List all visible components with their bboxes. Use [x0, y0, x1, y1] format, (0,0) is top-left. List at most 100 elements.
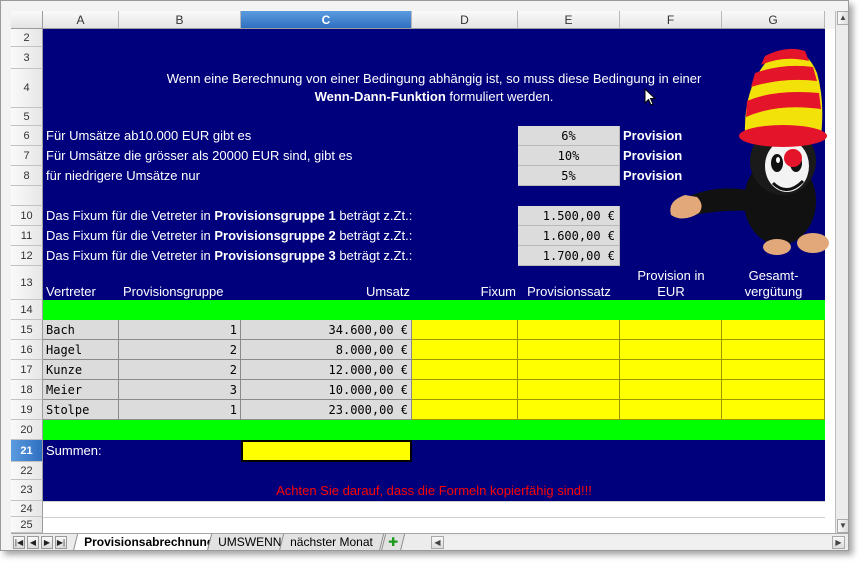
umsatz-cell[interactable]: 12.000,00 € [241, 360, 412, 380]
header-gesamt-2: vergütung [744, 284, 803, 299]
provision-eur-cell[interactable] [620, 340, 722, 360]
column-header-g[interactable]: G [722, 11, 825, 29]
fixum-cell[interactable] [412, 360, 518, 380]
fixum-cell[interactable] [412, 340, 518, 360]
row-header-24[interactable]: 24 [11, 501, 43, 517]
vertreter-cell[interactable]: Stolpe [43, 400, 119, 420]
tab-naechster-monat[interactable]: nächster Monat [278, 534, 384, 550]
provisionssatz-cell[interactable] [518, 340, 620, 360]
row-header-8[interactable]: 8 [11, 166, 43, 186]
row-header-18[interactable]: 18 [11, 380, 43, 400]
column-header-f[interactable]: F [620, 11, 722, 29]
row-header-12[interactable]: 12 [11, 246, 43, 266]
header-provisionsgruppe: Provisionsgruppe [123, 284, 224, 299]
fixum-amount-3[interactable]: 1.700,00 € [518, 246, 620, 266]
row-header-22[interactable]: 22 [11, 462, 43, 480]
row-header-2[interactable]: 2 [11, 29, 43, 47]
row-header-23[interactable]: 23 [11, 480, 43, 501]
green-band-top [43, 300, 825, 320]
provisionssatz-cell[interactable] [518, 380, 620, 400]
row-header-25[interactable]: 25 [11, 517, 43, 533]
row-header-16[interactable]: 16 [11, 340, 43, 360]
gesamt-cell[interactable] [722, 360, 825, 380]
column-header-c[interactable]: C [241, 11, 412, 29]
scroll-up-icon[interactable]: ▲ [837, 11, 848, 25]
provisionssatz-cell[interactable] [518, 360, 620, 380]
vertreter-cell[interactable]: Hagel [43, 340, 119, 360]
fixum-cell[interactable] [412, 400, 518, 420]
fixum-group-1: Provisionsgruppe 1 [214, 208, 336, 223]
provisionssatz-cell[interactable] [518, 320, 620, 340]
provision-eur-cell[interactable] [620, 360, 722, 380]
row-header-20[interactable]: 20 [11, 420, 43, 440]
mascot-hat-brim [739, 125, 827, 147]
rate-cell-3[interactable]: 5% [518, 166, 620, 186]
umsatz-cell[interactable]: 8.000,00 € [241, 340, 412, 360]
fixum-text-3: Das Fixum für die Vetreter in Provisions… [46, 248, 413, 263]
gruppe-cell[interactable]: 2 [119, 360, 241, 380]
row-header-17[interactable]: 17 [11, 360, 43, 380]
gruppe-cell[interactable]: 2 [119, 340, 241, 360]
gesamt-cell[interactable] [722, 320, 825, 340]
umsatz-cell[interactable]: 10.000,00 € [241, 380, 412, 400]
column-header-d[interactable]: D [412, 11, 518, 29]
row-header-15[interactable]: 15 [11, 320, 43, 340]
row-header-13[interactable]: 13 [11, 266, 43, 300]
fixum-cell[interactable] [412, 320, 518, 340]
fixum-cell[interactable] [412, 380, 518, 400]
column-header-e[interactable]: E [518, 11, 620, 29]
vertreter-cell[interactable]: Meier [43, 380, 119, 400]
scroll-left-icon[interactable]: ◀ [431, 536, 444, 549]
umsatz-cell[interactable]: 23.000,00 € [241, 400, 412, 420]
row-header-5[interactable]: 5 [11, 108, 43, 126]
next-sheet-icon[interactable]: ▶ [41, 536, 53, 549]
column-header-b[interactable]: B [119, 11, 241, 29]
gesamt-cell[interactable] [722, 340, 825, 360]
provisionssatz-cell[interactable] [518, 400, 620, 420]
row-header-6[interactable]: 6 [11, 126, 43, 146]
rate-cell-2[interactable]: 10% [518, 146, 620, 166]
gesamt-cell[interactable] [722, 400, 825, 420]
vertreter-cell[interactable]: Kunze [43, 360, 119, 380]
row-header-11[interactable]: 11 [11, 226, 43, 246]
rate-cell-1[interactable]: 6% [518, 126, 620, 146]
fixum-group-2: Provisionsgruppe 2 [214, 228, 336, 243]
fixum-amount-2[interactable]: 1.600,00 € [518, 226, 620, 246]
horizontal-scrollbar[interactable]: ◀ ▶ [431, 536, 845, 549]
prev-sheet-icon[interactable]: ◀ [27, 536, 39, 549]
row-header-10[interactable]: 10 [11, 206, 43, 226]
row-header-14[interactable]: 14 [11, 300, 43, 320]
summen-label: Summen: [46, 443, 102, 458]
column-header-a[interactable]: A [43, 11, 119, 29]
last-sheet-icon[interactable]: ▶| [55, 536, 67, 549]
select-all-corner[interactable] [11, 11, 43, 29]
scroll-down-icon[interactable]: ▼ [837, 519, 848, 533]
gesamt-cell[interactable] [722, 380, 825, 400]
empty-cells[interactable] [43, 501, 825, 533]
tab-provisionsabrechnung[interactable]: Provisionsabrechnung [72, 534, 226, 550]
mascot-nose [784, 149, 802, 167]
row-header-7[interactable]: 7 [11, 146, 43, 166]
fixum-amount-1[interactable]: 1.500,00 € [518, 206, 620, 226]
gruppe-cell[interactable]: 1 [119, 320, 241, 340]
provision-eur-cell[interactable] [620, 380, 722, 400]
provision-eur-cell[interactable] [620, 320, 722, 340]
add-sheet-icon[interactable]: ✚ [380, 534, 406, 550]
header-umsatz: Umsatz [365, 284, 410, 299]
vertreter-cell[interactable]: Bach [43, 320, 119, 340]
provision-eur-cell[interactable] [620, 400, 722, 420]
umsatz-cell[interactable]: 34.600,00 € [241, 320, 412, 340]
row-header-3[interactable]: 3 [11, 47, 43, 69]
row-header-21[interactable]: 21 [11, 440, 43, 462]
row-header-19[interactable]: 19 [11, 400, 43, 420]
gruppe-cell[interactable]: 1 [119, 400, 241, 420]
row-header-9[interactable] [11, 186, 43, 206]
warning-text: Achten Sie darauf, dass die Formeln kopi… [276, 483, 592, 498]
row-header-4[interactable]: 4 [11, 69, 43, 108]
first-sheet-icon[interactable]: |◀ [13, 536, 25, 549]
vertical-scrollbar[interactable]: ▲ ▼ [835, 11, 848, 533]
scroll-right-icon[interactable]: ▶ [832, 536, 845, 549]
gruppe-cell[interactable]: 3 [119, 380, 241, 400]
header-fixum: Fixum [480, 284, 516, 299]
summen-active-cell[interactable] [241, 440, 412, 462]
